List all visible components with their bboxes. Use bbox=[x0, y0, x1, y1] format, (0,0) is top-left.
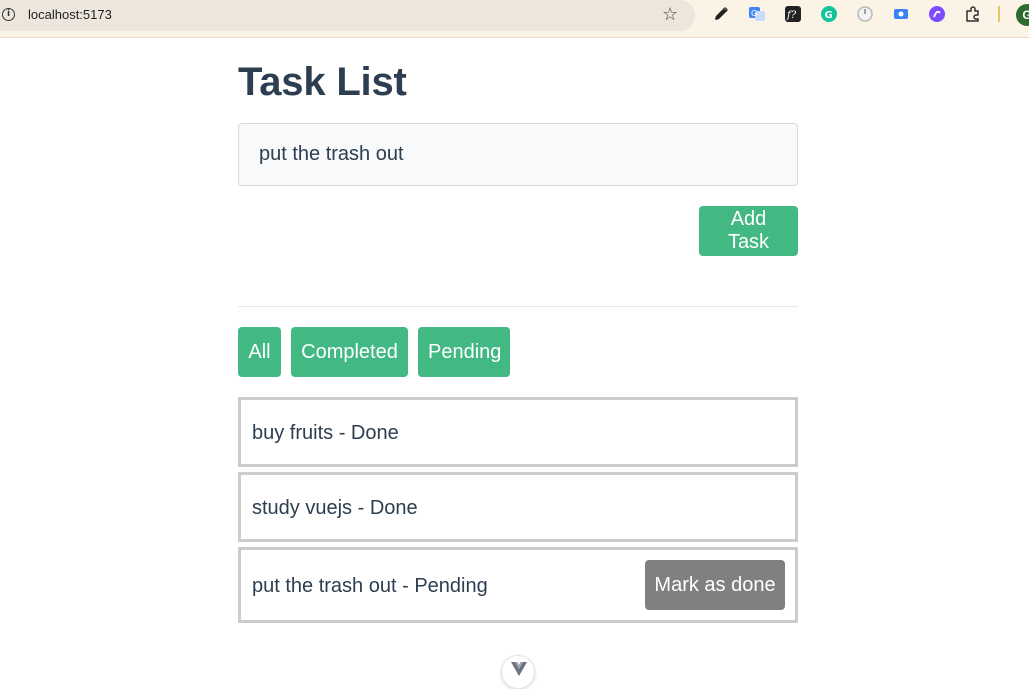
vue-devtools-toggle[interactable] bbox=[501, 655, 535, 689]
puzzle-icon[interactable] bbox=[964, 5, 982, 23]
task-item: buy fruits - Done bbox=[238, 397, 798, 467]
svg-text:f?: f? bbox=[786, 10, 797, 21]
profile-avatar[interactable]: G bbox=[1016, 4, 1029, 26]
filter-pending-button[interactable]: Pending bbox=[418, 327, 510, 377]
translate-icon[interactable]: G bbox=[748, 5, 766, 23]
site-info-icon[interactable]: i bbox=[2, 8, 15, 21]
vue-logo-icon bbox=[511, 662, 527, 676]
assistant-icon[interactable] bbox=[928, 5, 946, 23]
filter-completed-button[interactable]: Completed bbox=[291, 327, 408, 377]
bookmark-star-icon[interactable]: ☆ bbox=[662, 4, 678, 25]
svg-text:G: G bbox=[751, 9, 757, 18]
divider bbox=[238, 306, 798, 307]
task-item: put the trash out - Pending Mark as done bbox=[238, 547, 798, 623]
page-title: Task List bbox=[238, 60, 407, 104]
eyedropper-icon[interactable] bbox=[712, 5, 730, 23]
task-item: study vuejs - Done bbox=[238, 472, 798, 542]
task-text: put the trash out - Pending bbox=[252, 575, 488, 597]
toolbar-separator bbox=[998, 6, 1000, 22]
task-text: buy fruits - Done bbox=[252, 422, 399, 444]
browser-toolbar: i localhost:5173 ☆ G f? G G bbox=[0, 0, 1029, 38]
font-icon[interactable]: f? bbox=[784, 5, 802, 23]
task-input[interactable] bbox=[238, 123, 798, 186]
grammarly-icon[interactable]: G bbox=[820, 5, 838, 23]
mark-as-done-button[interactable]: Mark as done bbox=[645, 560, 785, 610]
svg-text:G: G bbox=[825, 10, 833, 21]
url-text[interactable]: localhost:5173 bbox=[28, 7, 112, 22]
add-task-button[interactable]: Add Task bbox=[699, 206, 798, 256]
filter-all-button[interactable]: All bbox=[238, 327, 281, 377]
address-bar[interactable]: i localhost:5173 ☆ bbox=[0, 0, 695, 31]
screen-capture-icon[interactable] bbox=[892, 5, 910, 23]
timer-icon[interactable] bbox=[856, 5, 874, 23]
task-text: study vuejs - Done bbox=[252, 497, 418, 519]
